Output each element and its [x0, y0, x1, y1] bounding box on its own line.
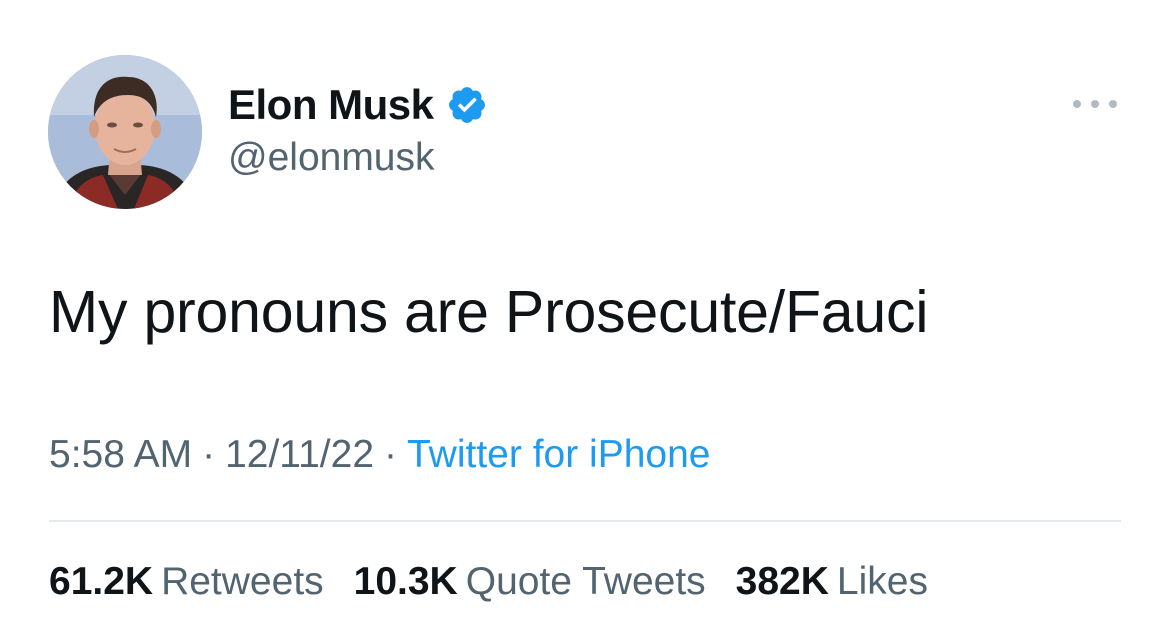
quote-tweets-stat[interactable]: 10.3K Quote Tweets	[354, 560, 706, 604]
likes-count: 382K	[735, 560, 829, 603]
avatar[interactable]	[48, 55, 202, 209]
engagement-stats: 61.2K Retweets 10.3K Quote Tweets 382K Like…	[49, 560, 928, 604]
likes-label: Likes	[836, 560, 928, 603]
more-dot	[1109, 100, 1117, 108]
retweets-stat[interactable]: 61.2K Retweets	[49, 560, 324, 604]
retweets-count: 61.2K	[49, 560, 154, 603]
divider	[49, 520, 1121, 522]
retweets-label: Retweets	[161, 560, 324, 603]
quote-tweets-label: Quote Tweets	[465, 560, 706, 603]
tweet-date[interactable]: 12/11/22	[225, 433, 374, 476]
quote-tweets-count: 10.3K	[353, 560, 458, 603]
tweet-time[interactable]: 5:58 AM	[49, 433, 192, 476]
author-info: Elon Musk @elonmusk	[228, 78, 488, 180]
tweet-metadata: 5:58 AM · 12/11/22 · Twitter for iPhone	[49, 433, 710, 477]
more-dot	[1073, 100, 1081, 108]
avatar-photo	[48, 55, 202, 209]
display-name[interactable]: Elon Musk	[228, 81, 434, 129]
verified-badge-icon	[446, 84, 488, 126]
separator: ·	[202, 433, 216, 476]
tweet-source-link[interactable]: Twitter for iPhone	[407, 433, 710, 476]
tweet-card: Elon Musk @elonmusk My pronouns are Pros…	[0, 0, 1170, 629]
separator: ·	[384, 433, 398, 476]
user-handle[interactable]: @elonmusk	[228, 136, 488, 180]
more-horizontal-icon[interactable]	[1073, 96, 1117, 112]
likes-stat[interactable]: 382K Likes	[736, 560, 928, 604]
display-name-row: Elon Musk	[228, 78, 488, 132]
tweet-text: My pronouns are Prosecute/Fauci	[49, 279, 929, 345]
more-dot	[1091, 100, 1099, 108]
